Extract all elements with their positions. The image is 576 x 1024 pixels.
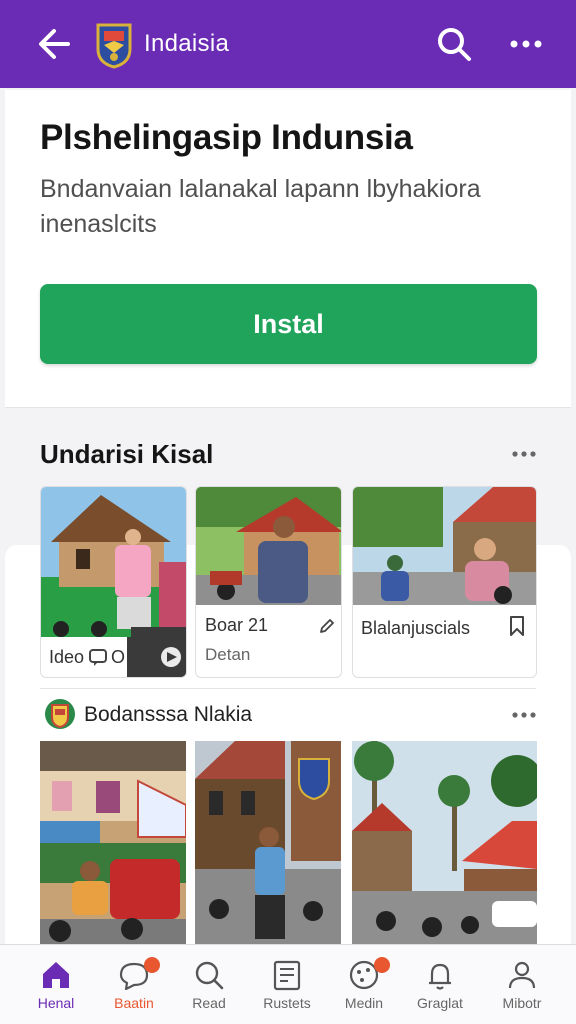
more-horizontal-icon[interactable]: [506, 440, 542, 468]
more-horizontal-icon[interactable]: [506, 703, 542, 727]
document-icon: [273, 960, 301, 991]
app-description: Bndanvaian lalanakal lapann lbyhakiora i…: [40, 175, 481, 238]
app-name: Plshelingasip Indunsia: [40, 118, 413, 157]
nav-label: Baatin: [114, 995, 154, 1011]
arrow-left-icon[interactable]: [34, 22, 74, 66]
tile-label: Blalanjuscials: [361, 618, 471, 638]
home-icon: [43, 962, 69, 988]
section-title: Undarisi Kisal: [40, 439, 214, 469]
tile-badge-text: O: [111, 647, 126, 667]
tile-label: Ideo: [49, 647, 85, 667]
nav-label: Medin: [344, 995, 384, 1011]
nav-label: Mibotr: [502, 995, 542, 1011]
more-horizontal-icon[interactable]: [506, 30, 546, 58]
chat-icon: [89, 649, 107, 666]
nav-label: Henal: [37, 995, 75, 1011]
bottom-nav: Henal Baatin Read Rustets Medin Graglat …: [0, 944, 576, 1024]
channel-title[interactable]: Bodansssa Nlakia: [84, 703, 252, 727]
gallery-photo[interactable]: [352, 741, 537, 944]
bookmark-icon[interactable]: [507, 615, 527, 637]
media-tile[interactable]: Ideo O: [40, 486, 187, 678]
search-icon[interactable]: [434, 24, 474, 64]
tile-photo: [353, 487, 536, 605]
install-button[interactable]: Instal: [40, 284, 537, 364]
app-title: Indaisia: [144, 30, 230, 57]
tile-sublabel: Detan: [205, 645, 251, 664]
nav-item-chat[interactable]: Baatin: [94, 945, 174, 1024]
nav-item-profile[interactable]: Mibotr: [482, 945, 562, 1024]
nav-item-home[interactable]: Henal: [16, 945, 96, 1024]
app-bar: Indaisia: [0, 0, 576, 88]
tile-photo: [196, 487, 341, 605]
media-tile[interactable]: Blalanjuscials: [352, 486, 537, 678]
nav-item-medin[interactable]: Medin: [324, 945, 404, 1024]
user-icon: [508, 961, 536, 989]
nav-label: Graglat: [417, 995, 463, 1011]
nav-item-graglat[interactable]: Graglat: [400, 945, 480, 1024]
nav-label: Read: [192, 995, 226, 1011]
notification-badge: [374, 957, 390, 973]
app-info-card: Plshelingasip Indunsia Bndanvaian lalana…: [5, 90, 571, 408]
nav-item-read[interactable]: Read: [169, 945, 249, 1024]
notification-badge: [144, 957, 160, 973]
nav-label: Rustets: [263, 995, 311, 1011]
section-divider: [40, 688, 536, 689]
crest-logo-icon: [96, 23, 132, 69]
pencil-icon[interactable]: [318, 617, 336, 635]
search-icon: [195, 961, 224, 990]
tile-photo: [41, 487, 186, 637]
bell-icon: [429, 963, 451, 990]
media-tile[interactable]: Boar 21 Detan: [195, 486, 342, 678]
nav-item-rustets[interactable]: Rustets: [247, 945, 327, 1024]
crest-logo-icon: [45, 699, 75, 729]
gallery-photo[interactable]: [40, 741, 186, 944]
play-icon[interactable]: [127, 637, 187, 677]
gallery-photo[interactable]: [195, 741, 341, 944]
tile-label: Boar 21: [205, 615, 269, 635]
